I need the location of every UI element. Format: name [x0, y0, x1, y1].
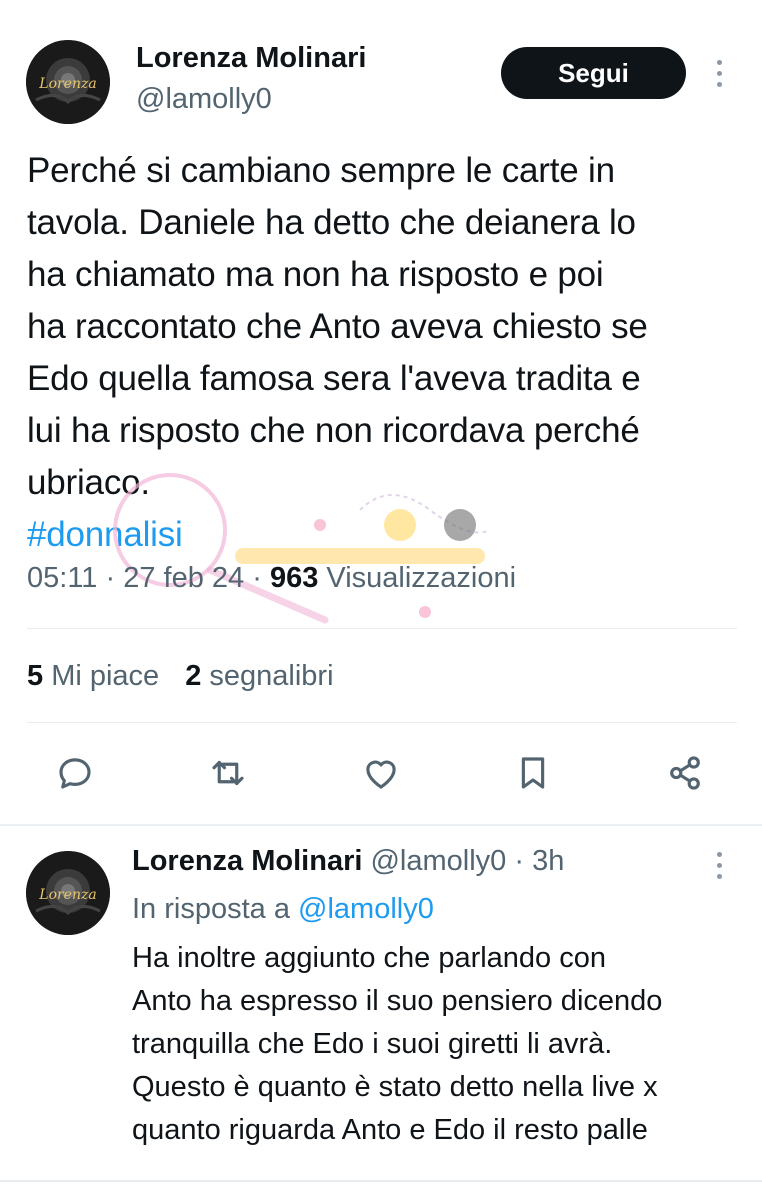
avatar[interactable]: Lorenza [26, 40, 110, 124]
reply-text-line: Anto ha espresso il suo pensiero dicendo [132, 985, 663, 1017]
bookmarks-label: segnalibri [209, 660, 334, 692]
tweet-text-line: ha raccontato che Anto aveva chiesto se [27, 307, 648, 346]
share-button[interactable] [664, 752, 706, 794]
bookmark-button[interactable] [512, 752, 554, 794]
avatar-signature: Lorenza [38, 76, 96, 92]
bookmark-icon [521, 757, 545, 789]
reply-text-line: Questo è quanto è stato detto nella live… [132, 1071, 658, 1103]
avatar-rose-image: Lorenza [26, 40, 110, 124]
divider [27, 628, 737, 629]
share-icon [670, 756, 700, 790]
engagement-stats: 5 Mi piace 2 segnalibri [27, 660, 334, 693]
like-icon [366, 760, 396, 789]
views-label: Visualizzazioni [326, 562, 517, 594]
tweet-text-line: tavola. Daniele ha detto che deianera lo [27, 203, 636, 242]
tweet-text: Perché si cambiano sempre le carte in ta… [27, 145, 747, 561]
hashtag-link[interactable]: #donnalisi [27, 509, 747, 561]
in-reply-mention[interactable]: @lamolly0 [298, 893, 434, 925]
bookmarks-count: 2 [185, 660, 202, 692]
avatar-signature: Lorenza [38, 887, 96, 903]
reply-header: Lorenza Molinari @lamolly0 · 3h [132, 845, 564, 878]
bottom-divider [0, 1180, 762, 1182]
like-button[interactable] [360, 752, 402, 794]
tweet-text-line: Edo quella famosa sera l'aveva tradita e [27, 359, 641, 398]
tweet-text-line: Perché si cambiano sempre le carte in [27, 151, 615, 190]
reply-text-line: quanto riguarda Anto e Edo il resto pall… [132, 1114, 648, 1146]
divider [27, 722, 737, 723]
retweet-icon [212, 760, 244, 786]
tweet-text-line: lui ha risposto che non ricordava perché [27, 411, 640, 450]
reply-icon [59, 758, 91, 789]
follow-button[interactable]: Segui [501, 47, 686, 99]
reply-text: Ha inoltre aggiunto che parlando con Ant… [132, 937, 747, 1152]
likes-count: 5 [27, 660, 44, 692]
reply-avatar[interactable]: Lorenza [26, 851, 110, 935]
bookmarks-stat[interactable]: 2 segnalibri [185, 660, 333, 692]
reply-button[interactable] [54, 752, 96, 794]
likes-label: Mi piace [51, 660, 160, 692]
reply-text-line: Ha inoltre aggiunto che parlando con [132, 942, 606, 974]
retweet-button[interactable] [207, 752, 249, 794]
tweet-separator [0, 824, 762, 826]
in-reply-label: In risposta a [132, 893, 290, 925]
likes-stat[interactable]: 5 Mi piace [27, 660, 159, 692]
tweet-thread: Lorenza Lorenza Molinari @lamolly0 Segui… [0, 0, 762, 1200]
author-name[interactable]: Lorenza Molinari [136, 42, 366, 75]
tweet-time[interactable]: 05:11 [27, 562, 97, 594]
views-count: 963 [269, 562, 319, 594]
reply-more-options-icon[interactable] [714, 852, 724, 884]
avatar-rose-image: Lorenza [26, 851, 110, 935]
tweet-text-line: ubriaco. [27, 463, 150, 502]
author-handle[interactable]: @lamolly0 [136, 83, 272, 116]
more-options-icon[interactable] [714, 60, 724, 92]
tweet-text-line: ha chiamato ma non ha risposto e poi [27, 255, 604, 294]
tweet-date[interactable]: 27 feb 24 [123, 562, 244, 594]
reply-author-name[interactable]: Lorenza Molinari [132, 845, 362, 877]
reply-author-handle[interactable]: @lamolly0 [370, 845, 506, 877]
reply-text-line: tranquilla che Edo i suoi giretti li avr… [132, 1028, 613, 1060]
tweet-meta: 05:11 · 27 feb 24 · 963 Visualizzazioni [27, 562, 517, 594]
in-reply-to: In risposta a @lamolly0 [132, 893, 434, 926]
reply-age: · 3h [514, 845, 565, 877]
